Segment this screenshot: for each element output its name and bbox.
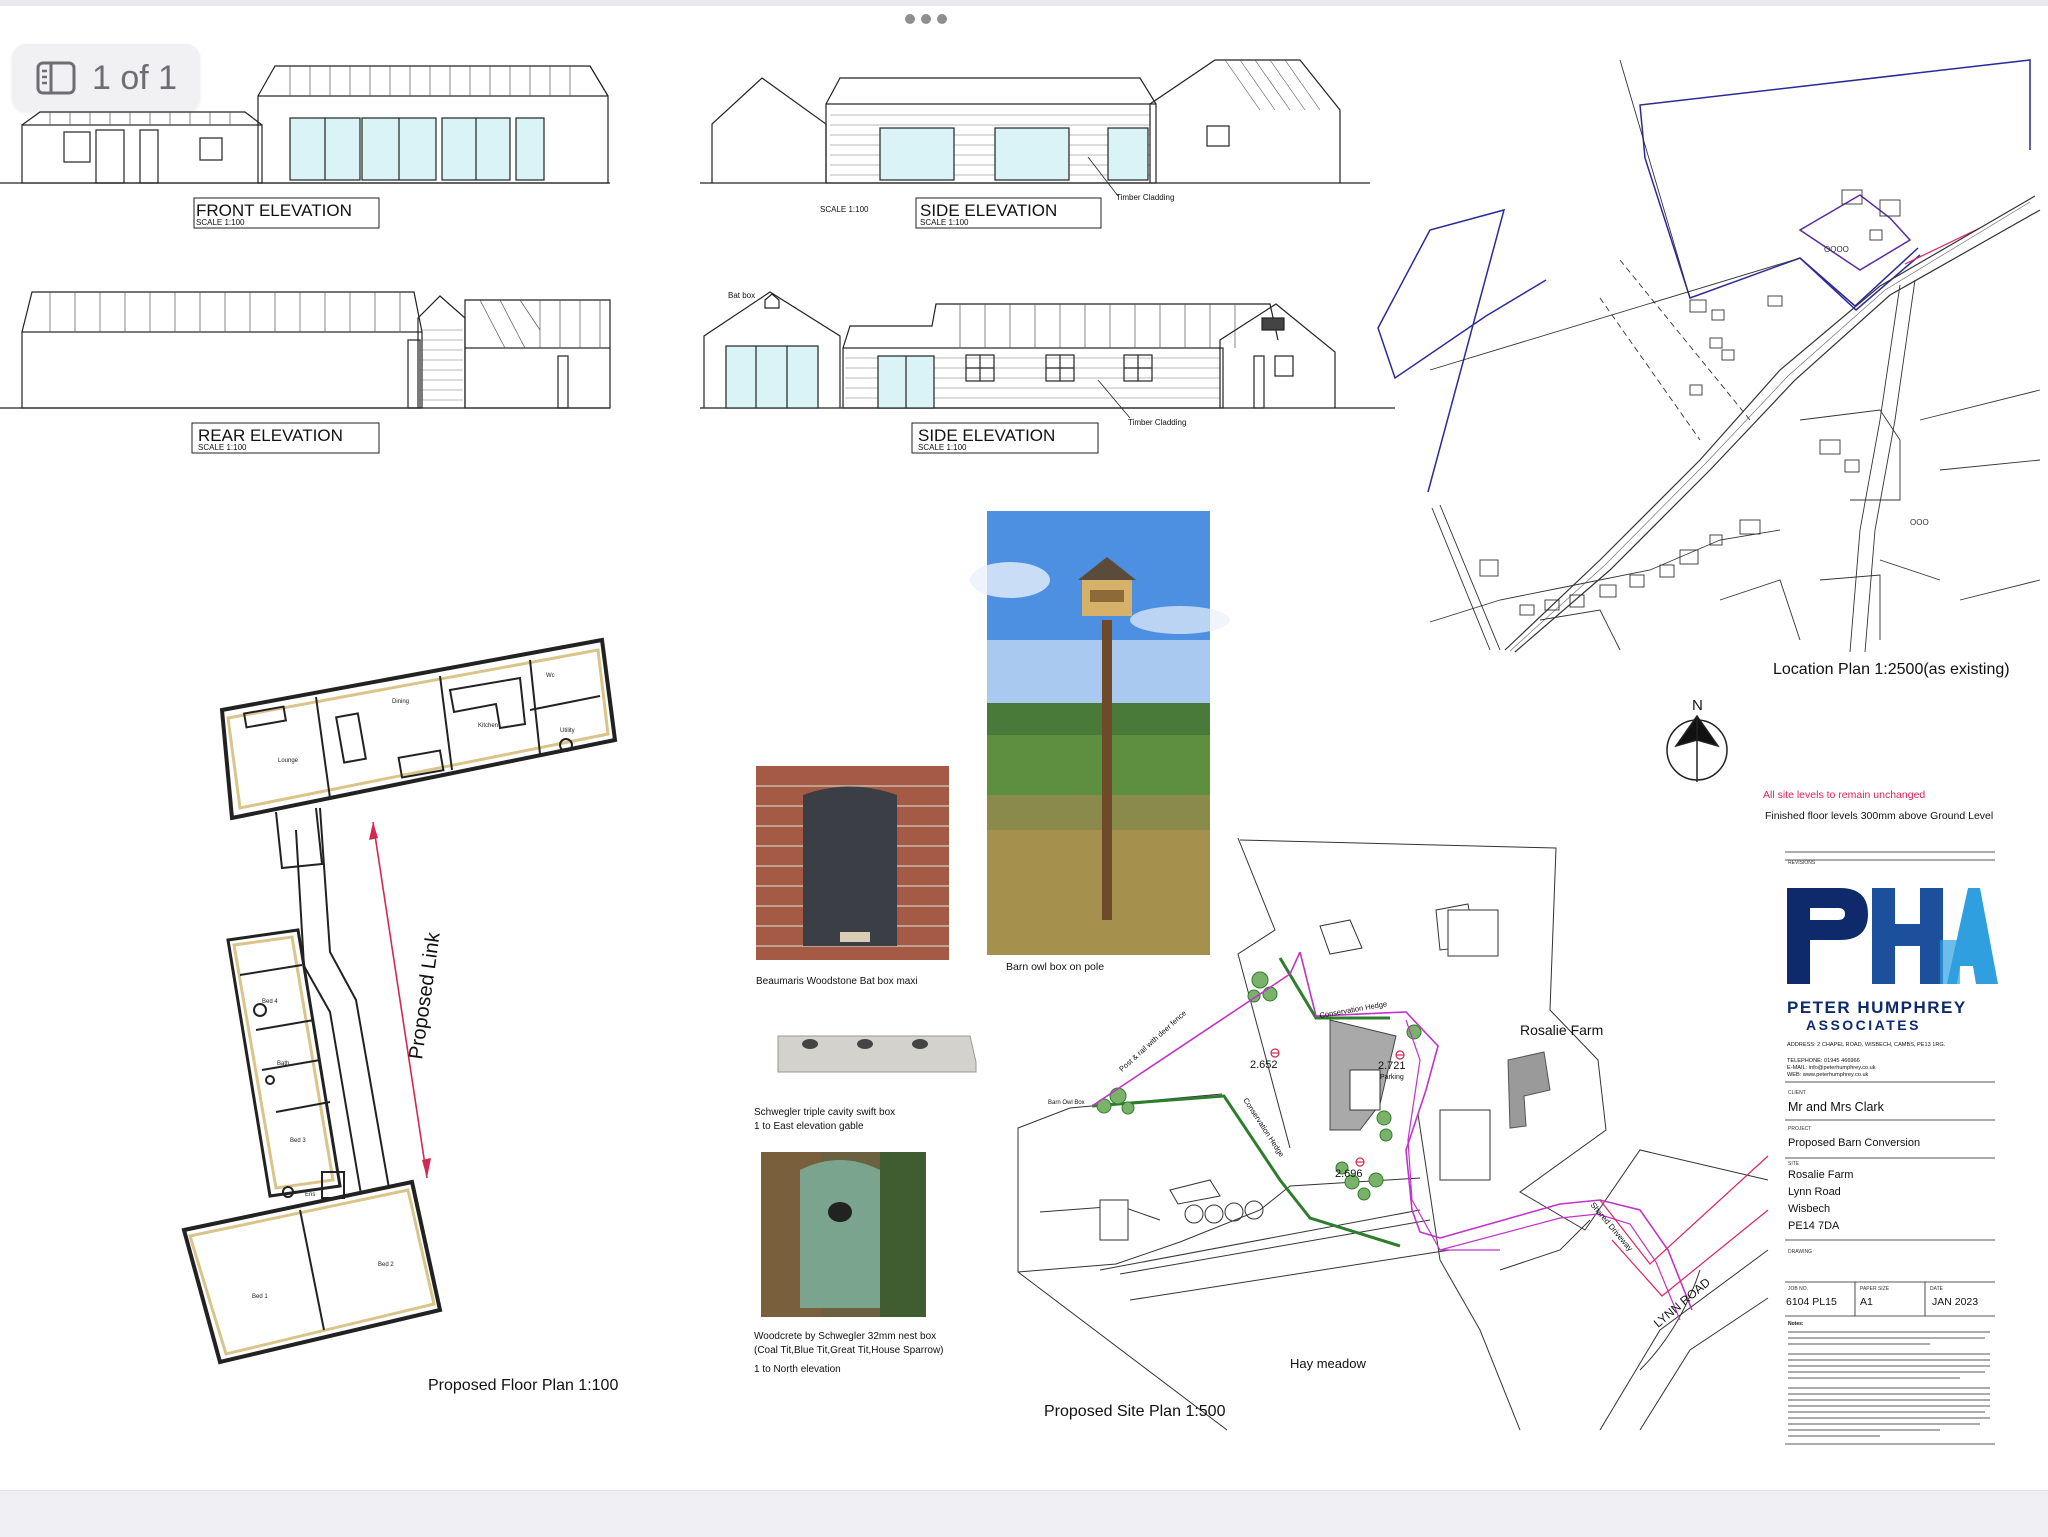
site-line-1: Rosalie Farm	[1788, 1169, 1853, 1181]
side-elevation-2-scale: SCALE 1:100	[918, 443, 967, 452]
revisions-label: REVISIONS	[1788, 860, 1816, 866]
company-email: E-MAIL: info@peterhumphrey.co.uk	[1787, 1065, 1876, 1071]
rear-elevation-scale: SCALE 1:100	[198, 443, 247, 452]
post-rail-label: Post & rail with deer fence	[1117, 1008, 1188, 1073]
paper-size-value: A1	[1860, 1296, 1873, 1308]
company-name-line2: ASSOCIATES	[1806, 1017, 1921, 1033]
pha-logo	[1787, 888, 1998, 984]
swift-box-caption-line1: Schwegler triple cavity swift box	[754, 1107, 895, 1118]
side-elevation-2	[700, 291, 1395, 409]
room-label: Utility	[560, 728, 575, 734]
drawing-label: DRAWING	[1788, 1249, 1812, 1255]
barn-owl-caption: Barn owl box on pole	[1006, 961, 1104, 973]
side-elevation-1-scale-note: SCALE 1:100	[820, 205, 869, 214]
floor-levels-note: Finished floor levels 300mm above Ground…	[1765, 810, 1993, 822]
job-label: JOB NO.	[1788, 1286, 1808, 1292]
svg-text:OOOO: OOOO	[1824, 245, 1849, 254]
client-label: CLIENT	[1788, 1090, 1806, 1096]
company-address: ADDRESS: 2 CHAPEL ROAD, WISBECH, CAMBS, …	[1787, 1042, 1946, 1048]
site-level-2721: 2.721	[1378, 1060, 1406, 1072]
barn-owl-photo	[970, 511, 1230, 955]
project-label: PROJECT	[1788, 1126, 1811, 1132]
floor-plan-caption: Proposed Floor Plan 1:100	[428, 1377, 618, 1394]
room-label: Dining	[392, 699, 409, 705]
bat-box-caption: Beaumaris Woodstone Bat box maxi	[756, 976, 918, 987]
site-level-2652: 2.652	[1250, 1059, 1278, 1071]
site-line-3: Wisbech	[1788, 1203, 1830, 1215]
room-label: Bed 3	[290, 1138, 306, 1144]
conservation-hedge-label-2: Conservation Hedge	[1241, 1096, 1286, 1158]
barn-owl-box-label: Barn Owl Box	[1048, 1100, 1085, 1106]
notes-label: Notes:	[1788, 1321, 1804, 1327]
hay-meadow-label: Hay meadow	[1290, 1356, 1366, 1371]
site-line-2: Lynn Road	[1788, 1186, 1841, 1198]
company-web: WEB: www.peterhumphrey.co.uk	[1787, 1072, 1869, 1078]
room-label: Bath	[277, 1061, 289, 1067]
room-label: Lounge	[278, 758, 299, 764]
client-value: Mr and Mrs Clark	[1788, 1100, 1885, 1114]
side-elevation-1-scale: SCALE 1:100	[920, 218, 969, 227]
nest-box-caption-line1: Woodcrete by Schwegler 32mm nest box	[754, 1331, 936, 1342]
location-plan-caption: Location Plan 1:2500(as existing)	[1773, 661, 2010, 678]
location-plan: OOOO OOO	[1377, 59, 2041, 653]
room-label: Kitchen	[478, 723, 498, 729]
room-label: Bed 2	[378, 1262, 394, 1268]
front-elevation-scale: SCALE 1:100	[196, 218, 245, 227]
date-label: DATE	[1930, 1286, 1944, 1292]
side-elevation-1-cladding-note: Timber Cladding	[1116, 193, 1174, 202]
site-line-4: PE14 7DA	[1788, 1220, 1840, 1232]
site-plan-caption: Proposed Site Plan 1:500	[1044, 1403, 1226, 1420]
front-elevation	[0, 65, 610, 184]
room-label: Ens	[305, 1192, 315, 1198]
site-level-2696: 2.696	[1335, 1168, 1363, 1180]
nest-box-caption-line2: (Coal Tit,Blue Tit,Great Tit,House Sparr…	[754, 1345, 944, 1356]
drawing-sheet: FRONT ELEVATION SCALE 1:100 SCALE 1:100 …	[0, 59, 2041, 1445]
rosalie-farm-label: Rosalie Farm	[1520, 1022, 1603, 1038]
swift-box-photo	[777, 1035, 977, 1073]
parking-label: Parking	[1380, 1074, 1404, 1081]
site-levels-note: All site levels to remain unchanged	[1763, 789, 1925, 801]
proposed-link-label: Proposed Link	[405, 930, 445, 1061]
viewer-bottom-bar	[0, 1490, 2048, 1537]
room-label: Wc	[546, 673, 555, 679]
company-telephone: TELEPHONE: 01945 466966	[1787, 1058, 1860, 1064]
rear-elevation	[0, 291, 611, 409]
notes-fine-print	[1788, 1331, 1990, 1437]
paper-size-label: PAPER SIZE	[1860, 1286, 1890, 1292]
bat-box-note: Bat box	[728, 291, 755, 300]
bat-box-photo	[756, 766, 949, 960]
shared-driveway-label: Shared Driveway	[1588, 1201, 1634, 1253]
site-plan-boundaries	[1091, 951, 1769, 1321]
nest-box-caption-line3: 1 to North elevation	[754, 1364, 841, 1375]
swift-box-caption-line2: 1 to East elevation gable	[754, 1121, 864, 1132]
room-label: Bed 4	[262, 999, 278, 1005]
north-arrow-icon	[1666, 714, 1728, 782]
date-value: JAN 2023	[1932, 1296, 1978, 1308]
project-value: Proposed Barn Conversion	[1788, 1137, 1920, 1149]
company-name-line1: PETER HUMPHREY	[1787, 998, 1967, 1017]
north-label: N	[1692, 697, 1703, 714]
side-elevation-2-cladding-note: Timber Cladding	[1128, 418, 1186, 427]
job-value: 6104 PL15	[1786, 1296, 1837, 1308]
site-label: SITE	[1788, 1161, 1800, 1167]
svg-text:OOO: OOO	[1910, 518, 1929, 527]
room-label: Bed 1	[252, 1294, 268, 1300]
nest-box-photo	[761, 1152, 926, 1317]
side-elevation-1	[700, 59, 1370, 184]
